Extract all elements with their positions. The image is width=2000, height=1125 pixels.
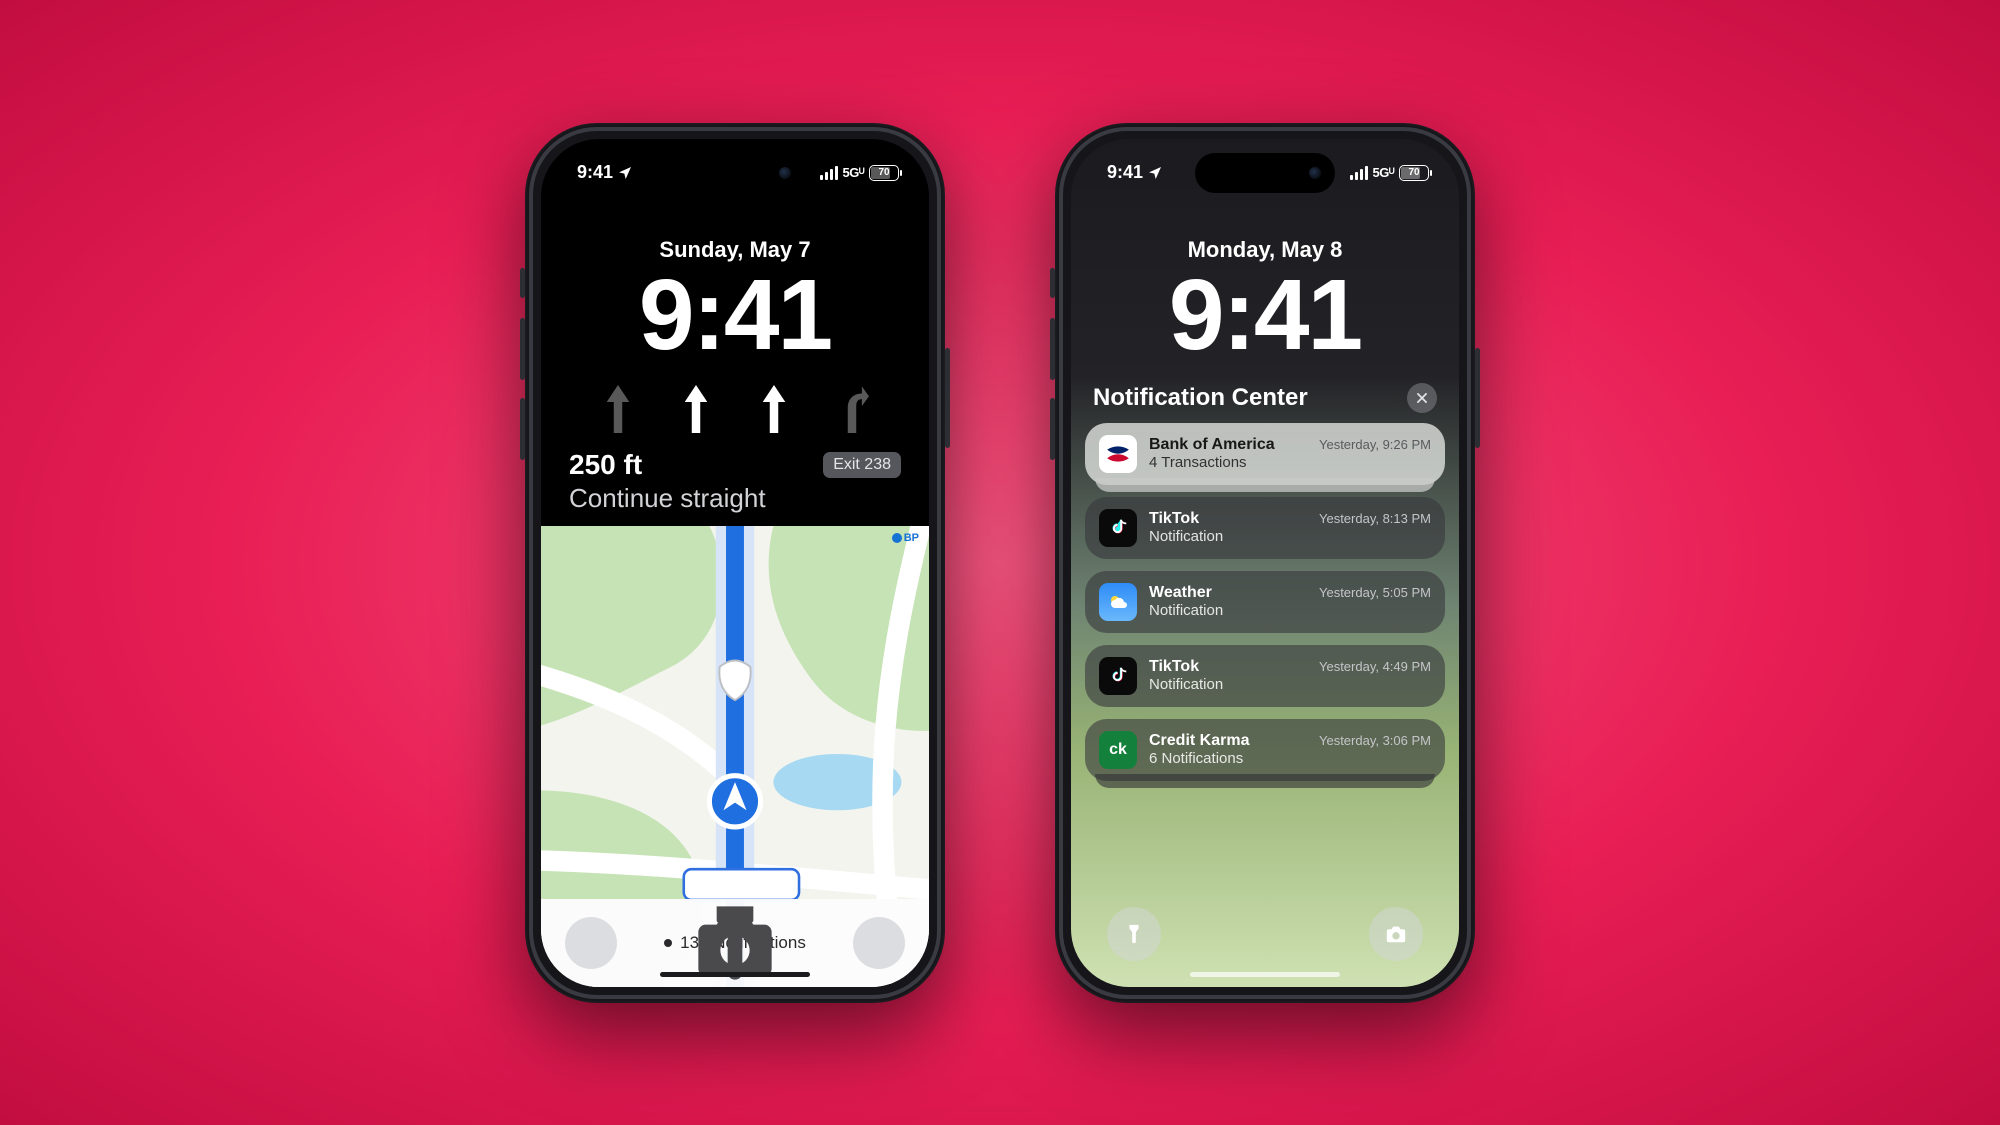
phone-left: 9:41 5Gᵁ 70 Sunday, May 7 9:41 — [525, 123, 945, 1003]
mute-switch[interactable] — [1050, 268, 1055, 298]
notification-time: Yesterday, 8:13 PM — [1319, 511, 1431, 526]
home-indicator[interactable] — [1190, 972, 1340, 977]
notification-center-header: Notification Center — [1071, 365, 1459, 423]
battery-pct: 70 — [878, 167, 889, 178]
flashlight-icon — [1123, 923, 1145, 945]
app-icon-creditkarma: ck — [1099, 731, 1137, 769]
notification-sub: Notification — [1149, 528, 1307, 545]
lane-arrow-right-icon — [835, 385, 869, 433]
notification-item[interactable]: Bank of America 4 Transactions Yesterday… — [1085, 423, 1445, 485]
lane-arrow-straight-icon — [601, 385, 635, 433]
dynamic-island[interactable] — [665, 153, 805, 193]
notification-item[interactable]: TikTok Notification Yesterday, 8:13 PM — [1085, 497, 1445, 559]
cell-signal-icon — [1350, 166, 1368, 180]
notification-app: Weather — [1149, 584, 1307, 602]
notification-sub: 6 Notifications — [1149, 750, 1307, 767]
app-icon-weather — [1099, 583, 1137, 621]
app-icon-tiktok — [1099, 657, 1137, 695]
status-time: 9:41 — [1107, 162, 1143, 183]
notification-sub: Notification — [1149, 602, 1307, 619]
location-icon — [1147, 165, 1163, 181]
notification-time: Yesterday, 9:26 PM — [1319, 437, 1431, 452]
cell-signal-icon — [820, 166, 838, 180]
volume-down-button[interactable] — [1050, 398, 1055, 460]
nav-distance: 250 ft — [569, 449, 642, 481]
notification-time: Yesterday, 3:06 PM — [1319, 733, 1431, 748]
screen-left: 9:41 5Gᵁ 70 Sunday, May 7 9:41 — [541, 139, 929, 987]
volume-up-button[interactable] — [1050, 318, 1055, 380]
notification-item[interactable]: TikTok Notification Yesterday, 4:49 PM — [1085, 645, 1445, 707]
volume-up-button[interactable] — [520, 318, 525, 380]
close-icon — [1415, 391, 1429, 405]
phone-right: 9:41 5Gᵁ 70 Monday, May 8 9:41 Notificat… — [1055, 123, 1475, 1003]
camera-button[interactable] — [1369, 907, 1423, 961]
lane-arrow-straight-icon — [757, 385, 791, 433]
screen-right: 9:41 5Gᵁ 70 Monday, May 8 9:41 Notificat… — [1071, 139, 1459, 987]
camera-button[interactable] — [853, 917, 905, 969]
status-time: 9:41 — [577, 162, 613, 183]
notification-app: TikTok — [1149, 658, 1307, 676]
notification-app: TikTok — [1149, 510, 1307, 528]
map-attribution: BP — [892, 532, 919, 544]
battery-icon: 70 — [869, 165, 899, 181]
app-icon-instagram — [1099, 789, 1137, 827]
lock-time: 9:41 — [1071, 265, 1459, 365]
flashlight-button[interactable] — [1107, 907, 1161, 961]
map-view[interactable]: BP 134 Notifications — [541, 526, 929, 987]
nc-title: Notification Center — [1093, 384, 1308, 412]
notification-item[interactable]: Weather Notification Yesterday, 5:05 PM — [1085, 571, 1445, 633]
notification-item[interactable]: ck Credit Karma 6 Notifications Yesterda… — [1085, 719, 1445, 781]
power-button[interactable] — [945, 348, 950, 448]
nav-instruction: Continue straight — [561, 481, 909, 526]
nav-widget[interactable]: 250 ft Exit 238 Continue straight — [541, 385, 929, 526]
lock-time: 9:41 — [541, 265, 929, 365]
notification-list[interactable]: Bank of America 4 Transactions Yesterday… — [1071, 423, 1459, 839]
lane-arrow-straight-icon — [679, 385, 713, 433]
app-icon-boa — [1099, 435, 1137, 473]
network-label: 5Gᵁ — [843, 165, 865, 180]
notification-app: Bank of America — [1149, 436, 1307, 454]
dynamic-island[interactable] — [1195, 153, 1335, 193]
notification-time: Yesterday, 5:05 PM — [1319, 585, 1431, 600]
volume-down-button[interactable] — [520, 398, 525, 460]
camera-icon — [1385, 923, 1407, 945]
notification-app: Credit Karma — [1149, 732, 1307, 750]
exit-badge: Exit 238 — [823, 452, 901, 478]
lock-bottom-bar — [1071, 907, 1459, 961]
notification-time: Yesterday, 4:49 PM — [1319, 659, 1431, 674]
app-icon-tiktok — [1099, 509, 1137, 547]
notification-sub: 4 Transactions — [1149, 454, 1307, 471]
location-icon — [617, 165, 633, 181]
notification-sub: Notification — [1149, 676, 1307, 693]
battery-icon: 70 — [1399, 165, 1429, 181]
lane-guidance — [561, 385, 909, 433]
power-button[interactable] — [1475, 348, 1480, 448]
network-label: 5Gᵁ — [1373, 165, 1395, 180]
mute-switch[interactable] — [520, 268, 525, 298]
nc-close-button[interactable] — [1407, 383, 1437, 413]
notification-sub: 2 Notifications — [1149, 799, 1431, 816]
battery-pct: 70 — [1408, 167, 1419, 178]
home-indicator[interactable] — [660, 972, 810, 977]
